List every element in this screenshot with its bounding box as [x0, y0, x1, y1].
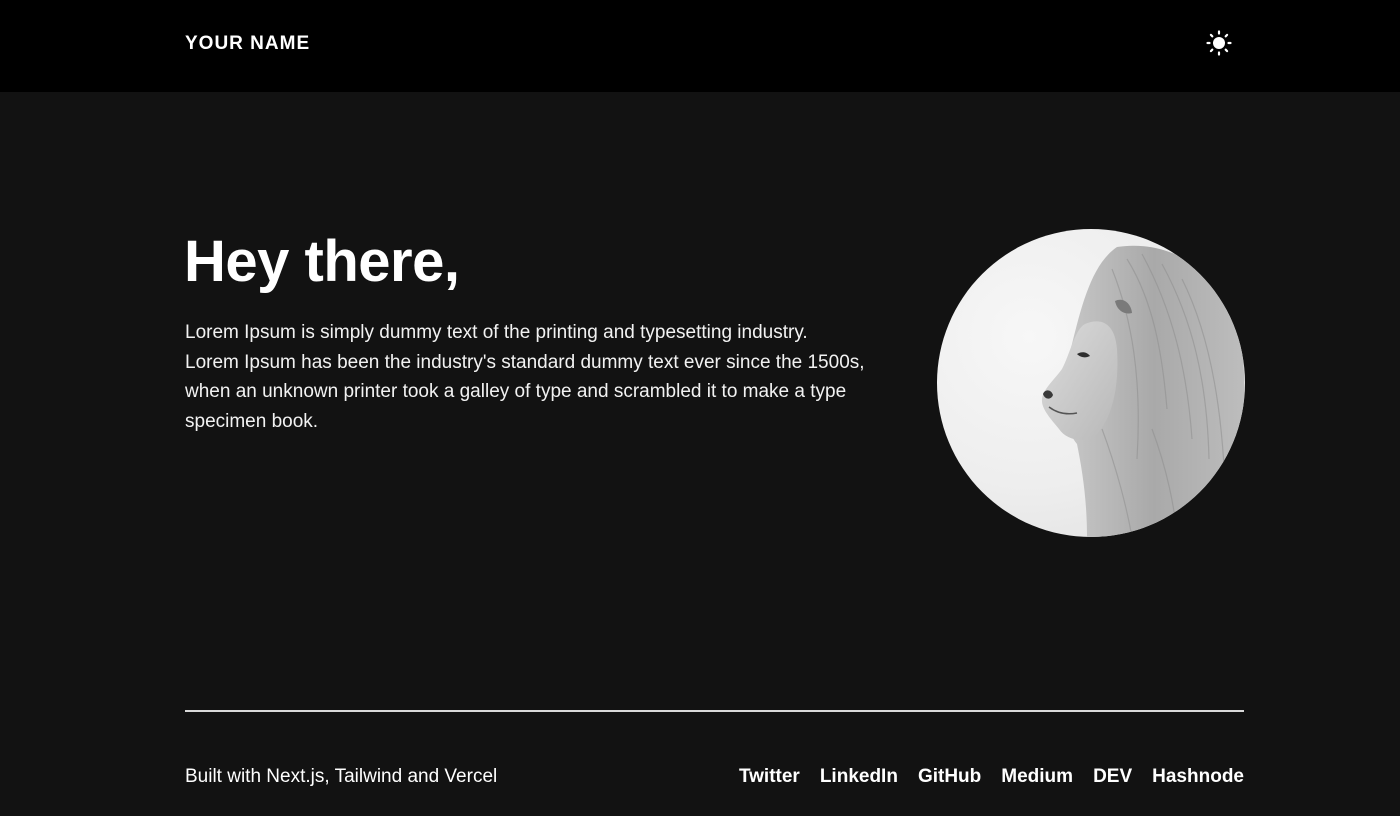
hero-description: Lorem Ipsum is simply dummy text of the … [185, 322, 865, 432]
footer-credit-text: Built with Next.js, Tailwind and Vercel [185, 766, 498, 787]
site-name-link[interactable]: YOUR NAME [185, 32, 310, 56]
dev-link[interactable]: DEV [1093, 764, 1132, 790]
sun-icon [1206, 30, 1232, 56]
profile-avatar-lion [937, 229, 1245, 537]
footer-divider [185, 710, 1244, 712]
social-links: Twitter LinkedIn GitHub Medium DEV Hashn… [739, 764, 1244, 790]
medium-link[interactable]: Medium [1001, 764, 1073, 790]
top-navigation-bar: YOUR NAME [0, 0, 1400, 92]
github-link[interactable]: GitHub [918, 764, 981, 790]
twitter-link[interactable]: Twitter [739, 764, 800, 790]
linkedin-link[interactable]: LinkedIn [820, 764, 898, 790]
hero-heading: Hey there, [184, 229, 460, 294]
hashnode-link[interactable]: Hashnode [1152, 764, 1244, 790]
theme-toggle-button[interactable] [1203, 27, 1235, 59]
